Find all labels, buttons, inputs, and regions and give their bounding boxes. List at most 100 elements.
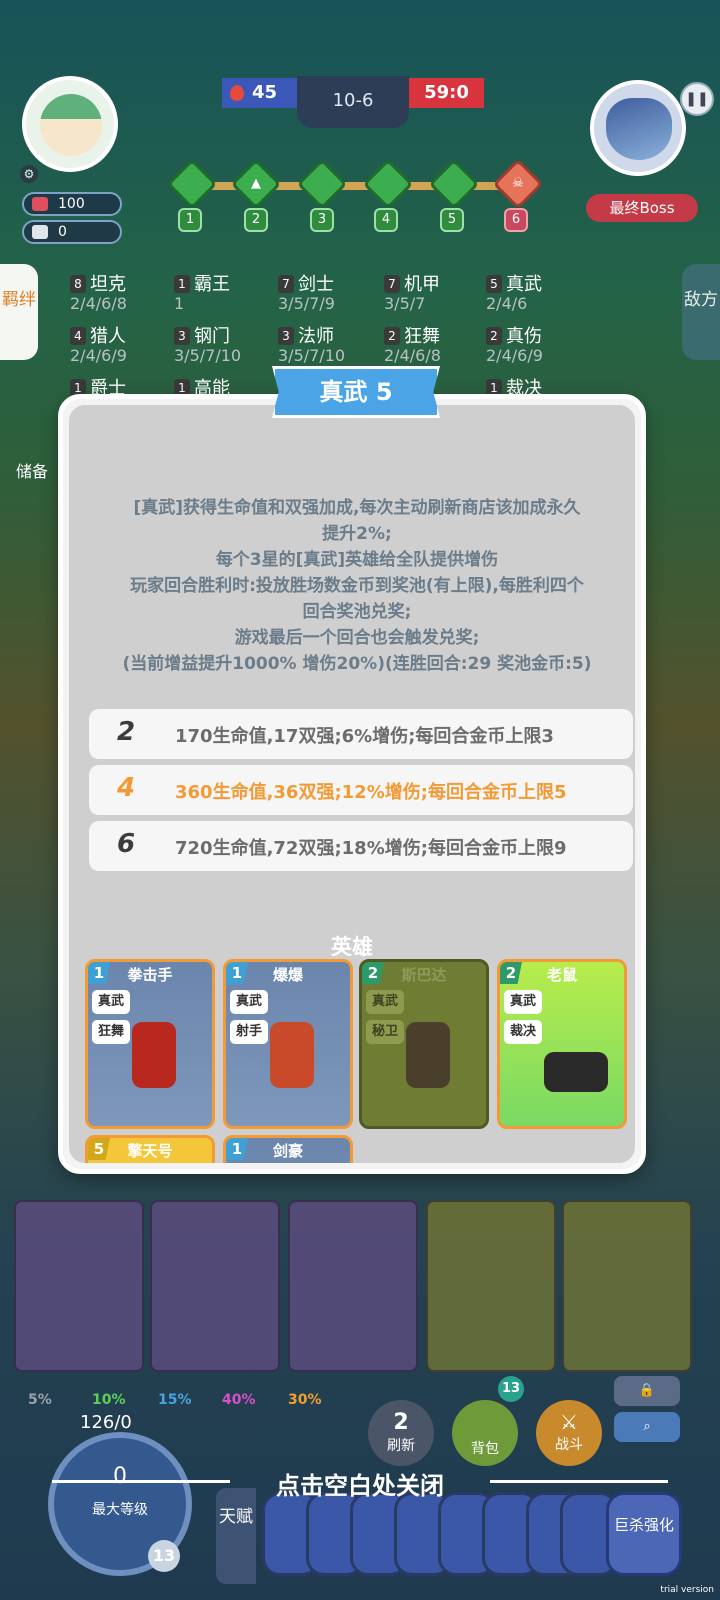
synergy-item[interactable]: 4 猎人 (70, 322, 126, 348)
tier-effect: 170生命值,17双强;6%增伤;每回合金币上限3 (175, 726, 554, 747)
description-line: [真武]获得生命值和双强加成,每次主动刷新商店该加成永久 (133, 498, 581, 518)
synergy-name: 钢门 (194, 326, 230, 347)
synergy-description: [真武]获得生命值和双强加成,每次主动刷新商店该加成永久 提升2%; 每个3星的… (89, 495, 625, 677)
synergy-item[interactable]: 3 钢门 (174, 322, 230, 348)
synergy-name: 狂舞 (404, 326, 440, 347)
lock-button[interactable]: 🔒 (614, 1376, 680, 1406)
description-line: 玩家回合胜利时:投放胜场数金币到奖池(有上限),每胜利四个 (130, 576, 584, 596)
search-icon: ⌕ (643, 1419, 651, 1434)
description-line: 游戏最后一个回合也会触发兑奖; (234, 628, 480, 648)
shop-card[interactable] (426, 1200, 556, 1372)
hero-card[interactable]: 1 拳击手 真武 狂舞 (85, 959, 215, 1129)
synergy-name: 坦克 (90, 274, 126, 295)
synergy-name: 霸王 (194, 274, 230, 295)
enemy-score: 59:0 (409, 78, 484, 108)
odds-tier-5: 30% (288, 1392, 322, 1408)
synergy-count: 2 (384, 327, 400, 345)
synergy-tier-active: 4 360生命值,36双强;12%增伤;每回合金币上限5 (89, 765, 633, 815)
tent-icon: ▲ (251, 176, 261, 191)
enemy-tab[interactable]: 敌方 (682, 264, 720, 360)
synergy-tiers: 2/4/6/8 (70, 294, 127, 313)
hero-card[interactable]: 1 剑豪 (223, 1135, 353, 1163)
refresh-cost: 2 (393, 1410, 409, 1435)
shop-card[interactable] (150, 1200, 280, 1372)
hp-value: 100 (58, 196, 85, 212)
coin-icon (32, 225, 48, 239)
synergy-item[interactable]: 2 狂舞 (384, 322, 440, 348)
hero-trait: 真武 (366, 990, 404, 1014)
synergy-item[interactable]: 3 法师 (278, 322, 334, 348)
synergy-name: 猎人 (90, 326, 126, 347)
gear-icon[interactable]: ⚙ (20, 165, 38, 183)
shop-card[interactable] (14, 1200, 144, 1372)
synergy-name: 剑士 (298, 274, 334, 295)
hero-sprite (406, 1022, 450, 1088)
skull-icon: ☠ (512, 176, 524, 191)
tier-effect: 360生命值,36双强;12%增伤;每回合金币上限5 (175, 782, 567, 803)
blood-drop-icon (230, 85, 244, 101)
synergy-count: 7 (384, 275, 400, 293)
hero-card[interactable]: 5 擎天号 (85, 1135, 215, 1163)
synergy-name: 机甲 (404, 274, 440, 295)
storage-label[interactable]: 储备 (16, 458, 48, 482)
player-portrait (40, 94, 102, 156)
player-avatar[interactable] (22, 76, 118, 172)
hero-name: 爆爆 (272, 966, 303, 984)
fight-button[interactable]: ⚔ 战斗 (536, 1400, 602, 1466)
backpack-button[interactable]: 背包 (452, 1400, 518, 1466)
synergy-count: 7 (278, 275, 294, 293)
synergy-item[interactable]: 7 机甲 (384, 270, 440, 296)
synergy-tab[interactable]: 羁绊 (0, 264, 38, 360)
synergy-count: 3 (174, 327, 190, 345)
search-button[interactable]: ⌕ (614, 1412, 680, 1442)
synergy-tier: 2 170生命值,17双强;6%增伤;每回合金币上限3 (89, 709, 633, 759)
coin-value: 0 (58, 224, 67, 240)
synergy-count: 3 (278, 327, 294, 345)
synergy-count: 1 (174, 275, 190, 293)
exp-counter: 126/0 (80, 1412, 132, 1433)
trial-watermark: trial version (660, 1585, 714, 1595)
player-score: 45 (222, 78, 297, 108)
talent-final[interactable]: 巨杀强化 (606, 1492, 682, 1576)
synergy-tiers: 3/5/7/9 (278, 294, 335, 313)
pause-button[interactable]: ❚❚ (680, 82, 714, 116)
hero-sprite (132, 1022, 176, 1088)
synergy-item[interactable]: 7 剑士 (278, 270, 334, 296)
hero-card[interactable]: 1 爆爆 真武 射手 (223, 959, 353, 1129)
stage-number: 2 (244, 208, 268, 232)
hero-name: 斯巴达 (401, 966, 447, 984)
fight-label: 战斗 (555, 1437, 583, 1453)
shop-card[interactable] (288, 1200, 418, 1372)
synergy-tab-label: 羁绊 (2, 290, 36, 310)
hero-sprite (544, 1052, 608, 1092)
tier-threshold: 6 (117, 829, 136, 859)
lock-icon: 🔒 (638, 1383, 656, 1398)
description-line: 每个3星的[真武]英雄给全队提供增伤 (215, 550, 499, 570)
hero-card[interactable]: 2 老鼠 真武 裁决 (497, 959, 627, 1129)
description-line: 提升2%; (322, 524, 392, 544)
close-hint[interactable]: 点击空白处关闭 (0, 1466, 720, 1501)
stage-number: 4 (374, 208, 398, 232)
hero-name: 老鼠 (546, 966, 577, 984)
hero-card[interactable]: 2 斯巴达 真武 秘卫 (359, 959, 489, 1129)
synergy-name: 法师 (298, 326, 334, 347)
synergy-name: 真伤 (506, 326, 542, 347)
swords-icon: ⚔ (560, 1410, 578, 1434)
shop-card[interactable] (562, 1200, 692, 1372)
hero-name: 擎天号 (127, 1142, 173, 1160)
boss-portrait (606, 98, 672, 160)
hero-name: 剑豪 (272, 1142, 303, 1160)
synergy-item[interactable]: 5 真武 (486, 270, 542, 296)
modal-title: 真武 5 (272, 366, 440, 418)
stage-number: 5 (440, 208, 464, 232)
synergy-item[interactable]: 8 坦克 (70, 270, 126, 296)
hero-trait: 射手 (230, 1020, 268, 1044)
synergy-tiers: 3/5/7 (384, 294, 426, 313)
refresh-button[interactable]: 2 刷新 (368, 1400, 434, 1466)
talent-tab[interactable]: 天赋 (216, 1488, 256, 1584)
odds-tier-2: 10% (92, 1392, 126, 1408)
synergy-item[interactable]: 2 真伤 (486, 322, 542, 348)
boss-avatar[interactable] (590, 80, 686, 176)
stage-number: 1 (178, 208, 202, 232)
synergy-item[interactable]: 1 霸王 (174, 270, 230, 296)
